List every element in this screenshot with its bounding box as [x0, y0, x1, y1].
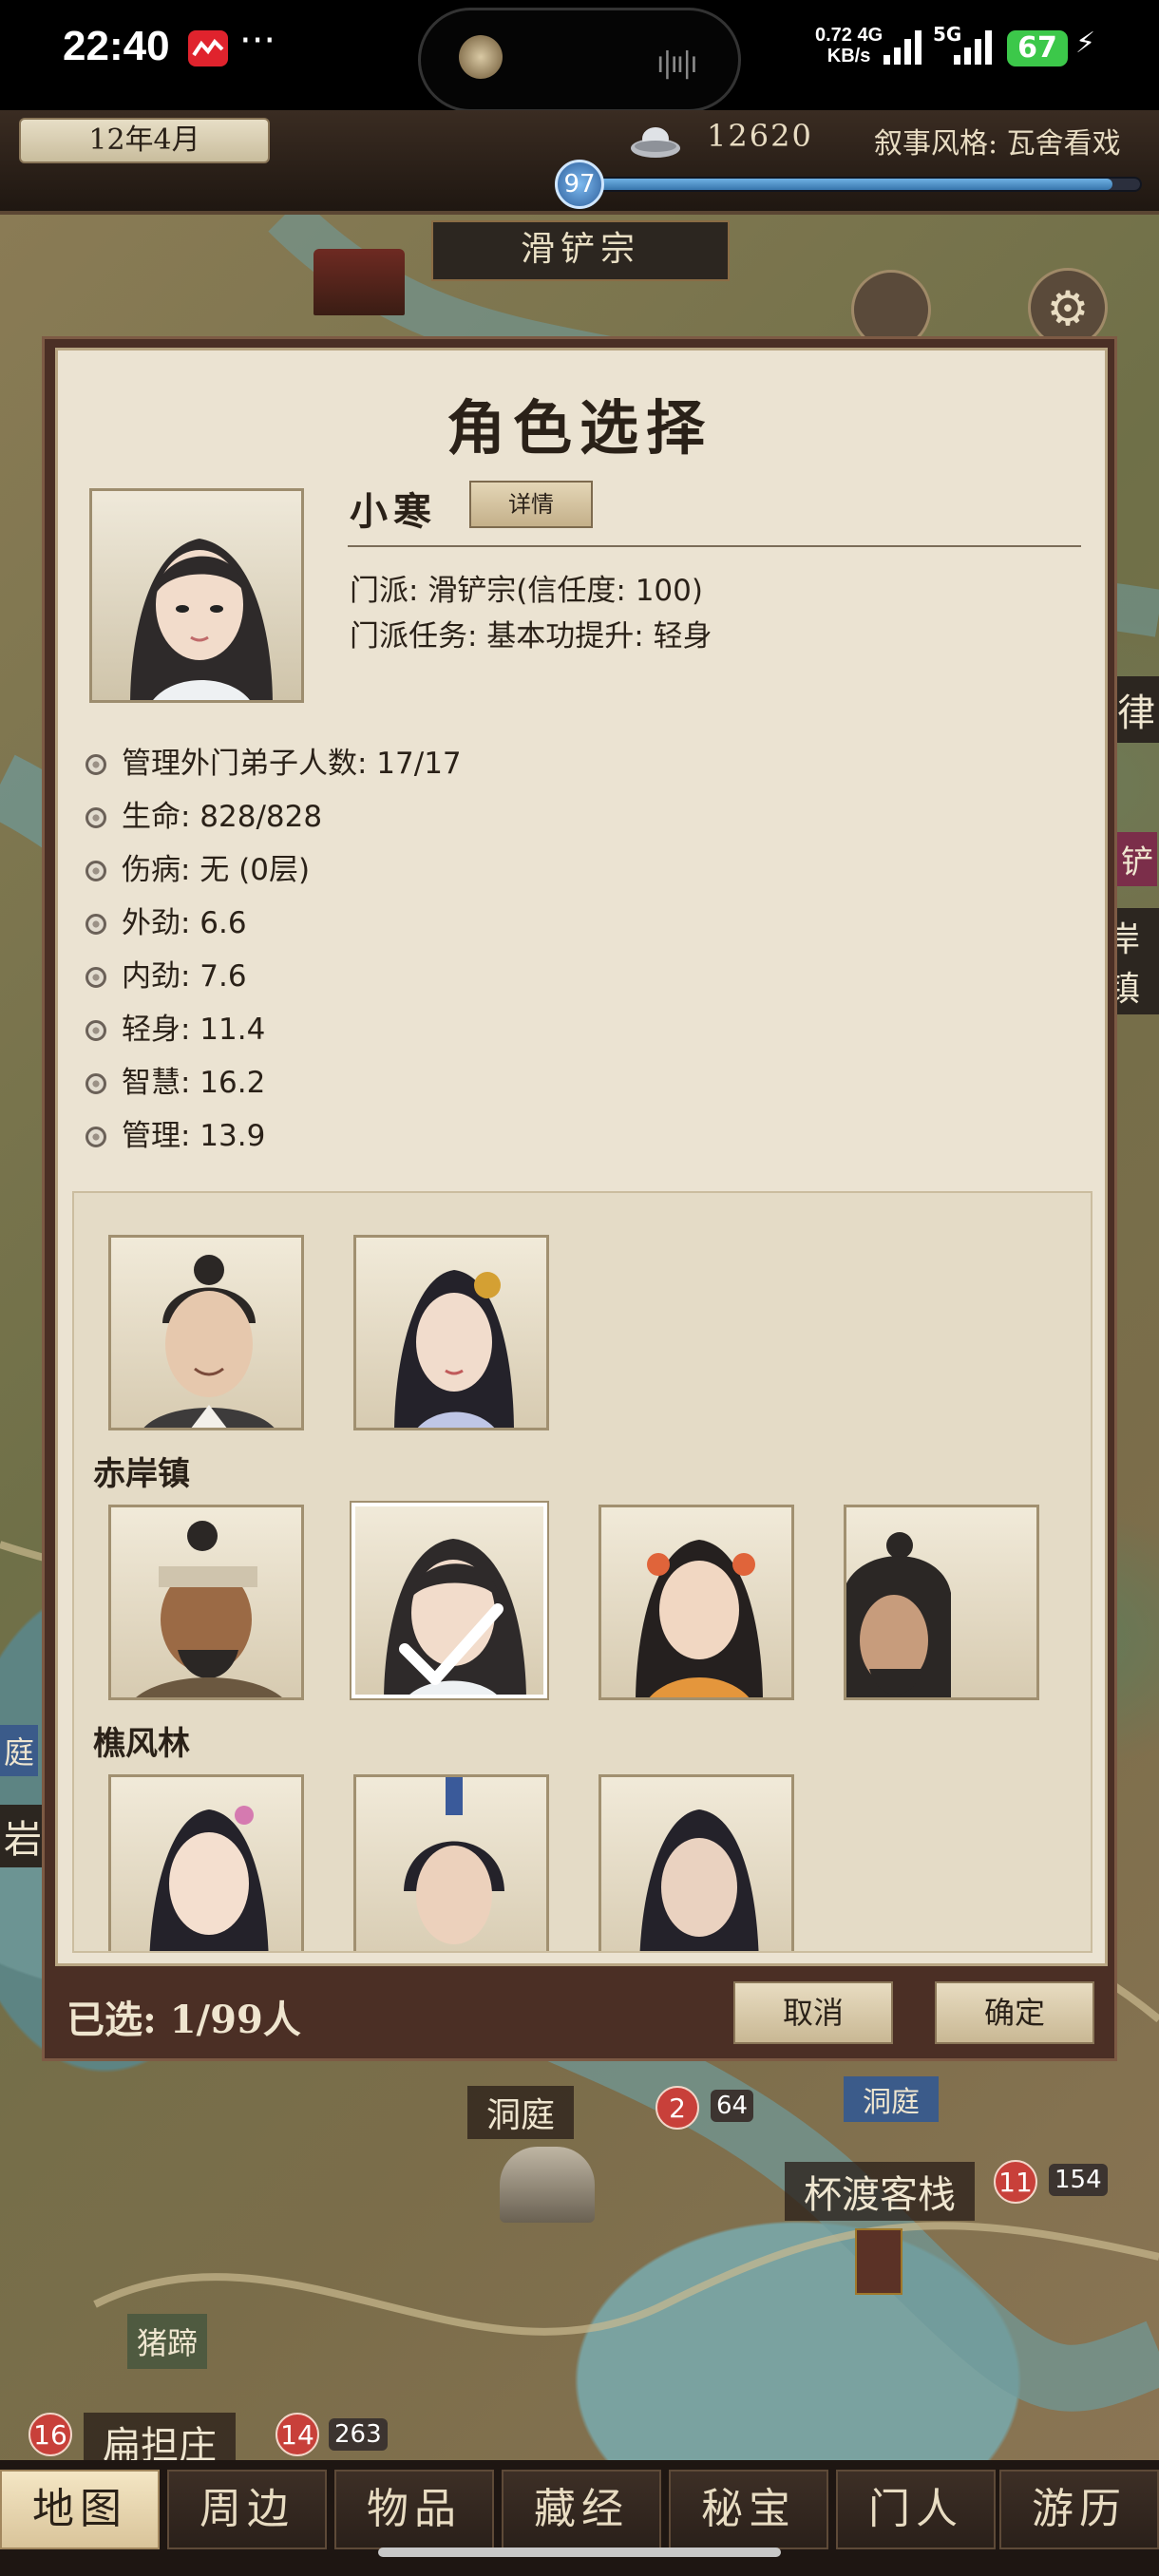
character-card[interactable] — [108, 1774, 304, 1951]
signal-icon-2 — [954, 30, 992, 65]
sect-task: 门派任务: 基本功提升: 轻身 — [350, 619, 712, 653]
location-badge: 2 — [656, 2086, 699, 2130]
bullet-icon — [86, 1020, 106, 1041]
group-label: 赤岸镇 — [93, 1455, 190, 1493]
stat-row: 内劲: 7.6 — [86, 952, 247, 994]
bullet-icon — [86, 967, 106, 988]
nav-disciples[interactable]: 门人 — [836, 2470, 996, 2549]
location-mark: 263 — [329, 2418, 388, 2451]
home-indicator[interactable] — [378, 2548, 781, 2557]
nav-items[interactable]: 物品 — [334, 2470, 494, 2549]
selected-count: 已选: 1/99人 — [66, 1998, 301, 2042]
confirm-button[interactable]: 确定 — [935, 1981, 1094, 2044]
network-speed-value: 0.72 — [815, 25, 852, 46]
nav-travel[interactable]: 游历 — [999, 2470, 1159, 2549]
battery-indicator: 67 — [1007, 30, 1068, 66]
character-card[interactable] — [844, 1505, 1039, 1700]
character-card[interactable] — [353, 1774, 549, 1951]
stat-text: 内劲: 7.6 — [122, 959, 247, 994]
audio-wave-icon: ı|ıı|ı — [656, 47, 698, 80]
sect-building-icon[interactable] — [314, 249, 405, 315]
nav-scriptures[interactable]: 藏经 — [502, 2470, 661, 2549]
silver-ingot-icon — [631, 127, 680, 158]
network-speed: 0.72 4G KB/s — [815, 25, 883, 66]
stat-row: 生命: 828/828 — [86, 792, 322, 835]
character-card[interactable] — [598, 1774, 794, 1951]
character-list[interactable]: 赤岸镇 樵风林 — [72, 1191, 1092, 1953]
location-badge: 16 — [28, 2413, 72, 2456]
map-location-label[interactable]: 洞庭 — [467, 2086, 575, 2139]
nav-nearby[interactable]: 周边 — [167, 2470, 327, 2549]
character-card[interactable] — [108, 1505, 304, 1700]
location-badge: 11 — [994, 2160, 1037, 2204]
stat-text: 管理: 13.9 — [122, 1119, 266, 1153]
divider — [348, 545, 1081, 547]
checkmark-icon — [399, 1603, 504, 1685]
dialog-title: 角色选择 — [446, 393, 712, 463]
clock: 22:40 — [63, 23, 170, 69]
stat-text: 管理外门弟子人数: 17/17 — [122, 747, 462, 781]
character-card[interactable] — [598, 1505, 794, 1700]
sect-info: 门派: 滑铲宗(信任度: 100) — [350, 574, 703, 608]
stat-row: 智慧: 16.2 — [86, 1058, 265, 1101]
network-type: 4G — [857, 25, 884, 46]
map-location-label[interactable]: 杯渡客栈 — [785, 2162, 975, 2221]
inn-location-icon[interactable] — [855, 2228, 902, 2295]
stat-row: 轻身: 11.4 — [86, 1005, 265, 1048]
game-date: 12年4月 — [19, 118, 270, 163]
stat-text: 伤病: 无 (0层) — [122, 853, 311, 887]
cancel-button[interactable]: 取消 — [733, 1981, 893, 2044]
stat-row: 外劲: 6.6 — [86, 899, 247, 941]
group-label: 樵风林 — [93, 1725, 190, 1763]
bullet-icon — [86, 914, 106, 935]
nav-treasures[interactable]: 秘宝 — [669, 2470, 828, 2549]
experience-bar-fill — [583, 179, 1112, 190]
bullet-icon — [86, 1127, 106, 1147]
character-card[interactable] — [108, 1235, 304, 1430]
stat-text: 外劲: 6.6 — [122, 906, 247, 940]
notification-app-icon — [188, 30, 228, 66]
narrative-style-button[interactable]: 叙事风格: 瓦舍看戏 — [874, 120, 1121, 161]
map-edge-label[interactable]: 庭 — [0, 1725, 39, 1776]
location-mark: 154 — [1049, 2164, 1108, 2196]
more-notifications-icon: ··· — [239, 19, 276, 63]
character-card[interactable] — [353, 1235, 549, 1430]
nav-map[interactable]: 地图 — [0, 2470, 160, 2549]
stat-text: 智慧: 16.2 — [122, 1066, 266, 1100]
character-portrait — [89, 488, 304, 703]
level-badge: 97 — [555, 160, 604, 209]
stat-text: 生命: 828/828 — [122, 800, 323, 834]
map-edge-label[interactable]: 铲 — [1117, 832, 1157, 886]
bullet-icon — [86, 807, 106, 828]
network-speed-unit: KB/s — [826, 46, 871, 66]
charging-icon: ⚡ — [1075, 27, 1096, 60]
dynamic-island: ı|ıı|ı — [418, 8, 741, 112]
details-button[interactable]: 详情 — [469, 481, 593, 528]
silver-amount: 12620 — [707, 118, 813, 154]
sect-banner[interactable]: 滑铲宗 — [431, 220, 730, 281]
selected-character-card[interactable] — [352, 1503, 547, 1698]
bullet-icon — [86, 861, 106, 881]
signal-icon — [884, 30, 922, 65]
stat-text: 轻身: 11.4 — [122, 1013, 266, 1047]
bullet-icon — [86, 754, 106, 775]
map-tag[interactable]: 洞庭 — [844, 2076, 939, 2122]
location-mark: 64 — [711, 2090, 754, 2122]
location-badge: 14 — [276, 2413, 319, 2456]
character-name: 小寒 — [350, 489, 437, 534]
stat-row: 管理外门弟子人数: 17/17 — [86, 739, 462, 782]
map-edge-label[interactable]: 岩 — [0, 1805, 46, 1867]
media-artwork-icon — [459, 35, 503, 79]
bullet-icon — [86, 1073, 106, 1094]
map-tag[interactable]: 猪蹄 — [127, 2314, 208, 2369]
stat-row: 伤病: 无 (0层) — [86, 845, 310, 888]
stat-row: 管理: 13.9 — [86, 1111, 265, 1154]
cave-location-icon[interactable] — [500, 2147, 595, 2223]
